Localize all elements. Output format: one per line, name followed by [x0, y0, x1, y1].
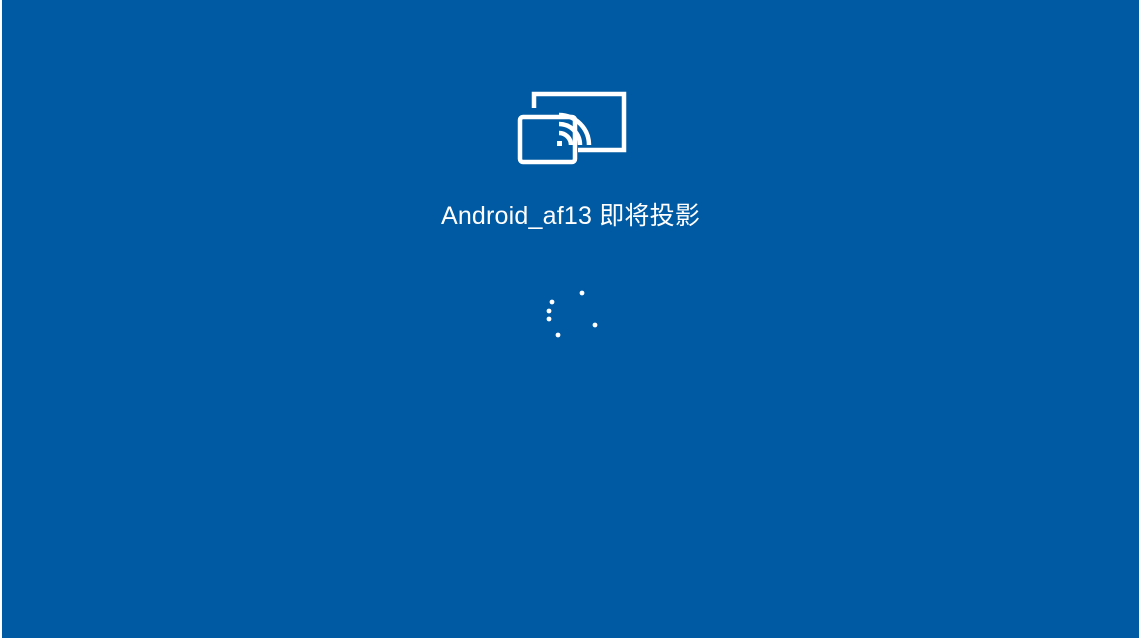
projection-screen: Android_af13 即将投影 [2, 0, 1139, 638]
wireless-display-cast-icon [517, 91, 627, 165]
spinner-dot [555, 332, 561, 338]
projection-status-message: Android_af13 即将投影 [440, 202, 701, 230]
spinner-dot [549, 299, 555, 305]
loading-spinner-icon [546, 290, 598, 338]
spinner-dot [546, 316, 552, 322]
spinner-dot [546, 308, 552, 314]
spinner-dot [579, 290, 585, 296]
spinner-dot [592, 322, 598, 328]
